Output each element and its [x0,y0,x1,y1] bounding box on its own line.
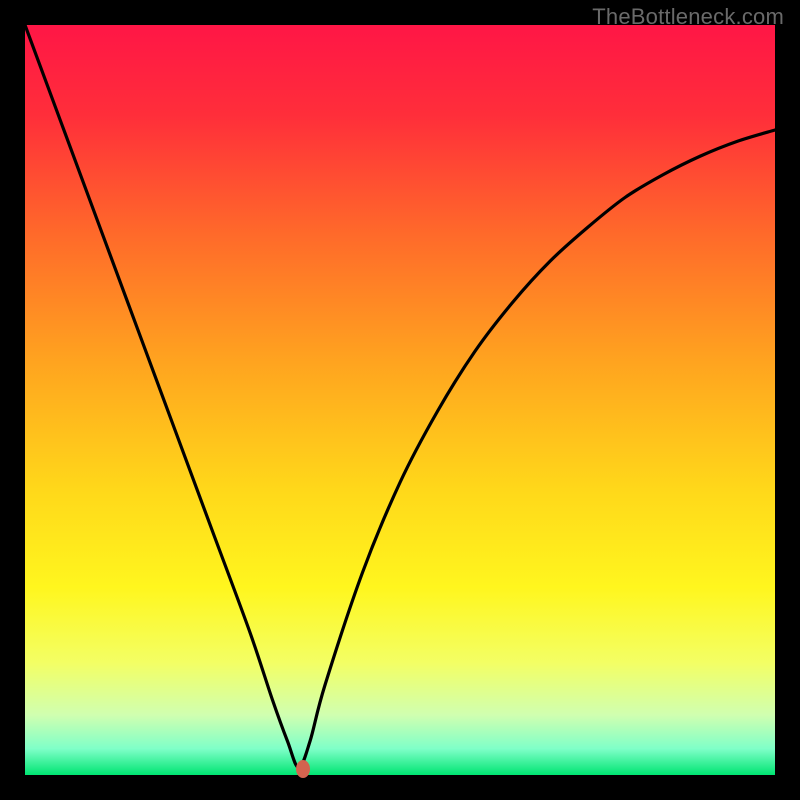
chart-plot-area [25,25,775,775]
watermark-text: TheBottleneck.com [592,4,784,30]
chart-frame [25,25,775,775]
chart-background-gradient [25,25,775,775]
chart-minimum-marker [296,760,310,778]
